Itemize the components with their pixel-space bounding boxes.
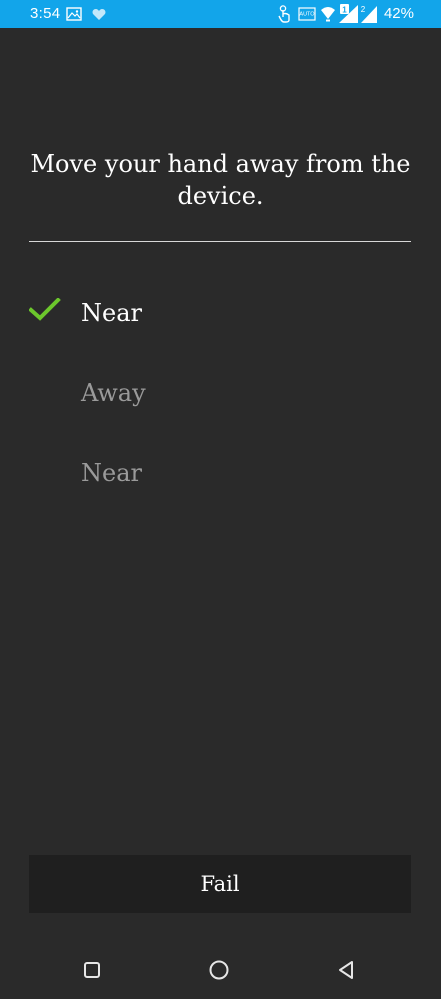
- auto-icon: AUTO: [298, 4, 316, 24]
- instruction-text: Move your hand away from the device.: [30, 150, 411, 210]
- home-icon[interactable]: [207, 958, 231, 982]
- navigation-bar: [0, 940, 441, 999]
- signal-icon-2: 2: [360, 4, 378, 24]
- touch-icon: [278, 4, 292, 24]
- check-icon: [29, 298, 61, 321]
- svg-text:1: 1: [342, 6, 347, 15]
- svg-text:2: 2: [361, 5, 366, 14]
- image-icon: [66, 4, 82, 24]
- heart-icon: [92, 4, 106, 24]
- divider: [29, 241, 411, 242]
- signal-icon-1: 1: [338, 4, 360, 24]
- battery-level: 42%: [383, 5, 414, 22]
- step-away: Away: [81, 379, 146, 407]
- step-near-1: Near: [81, 299, 142, 327]
- fail-button[interactable]: Fail: [29, 855, 411, 913]
- step-near-2: Near: [81, 459, 142, 487]
- wifi-icon: [320, 4, 336, 24]
- status-bar: 3:54 AUTO 1 2 42%: [0, 0, 441, 28]
- svg-text:AUTO: AUTO: [299, 12, 315, 18]
- back-icon[interactable]: [334, 958, 358, 982]
- recents-icon[interactable]: [80, 958, 104, 982]
- status-time: 3:54: [30, 5, 61, 22]
